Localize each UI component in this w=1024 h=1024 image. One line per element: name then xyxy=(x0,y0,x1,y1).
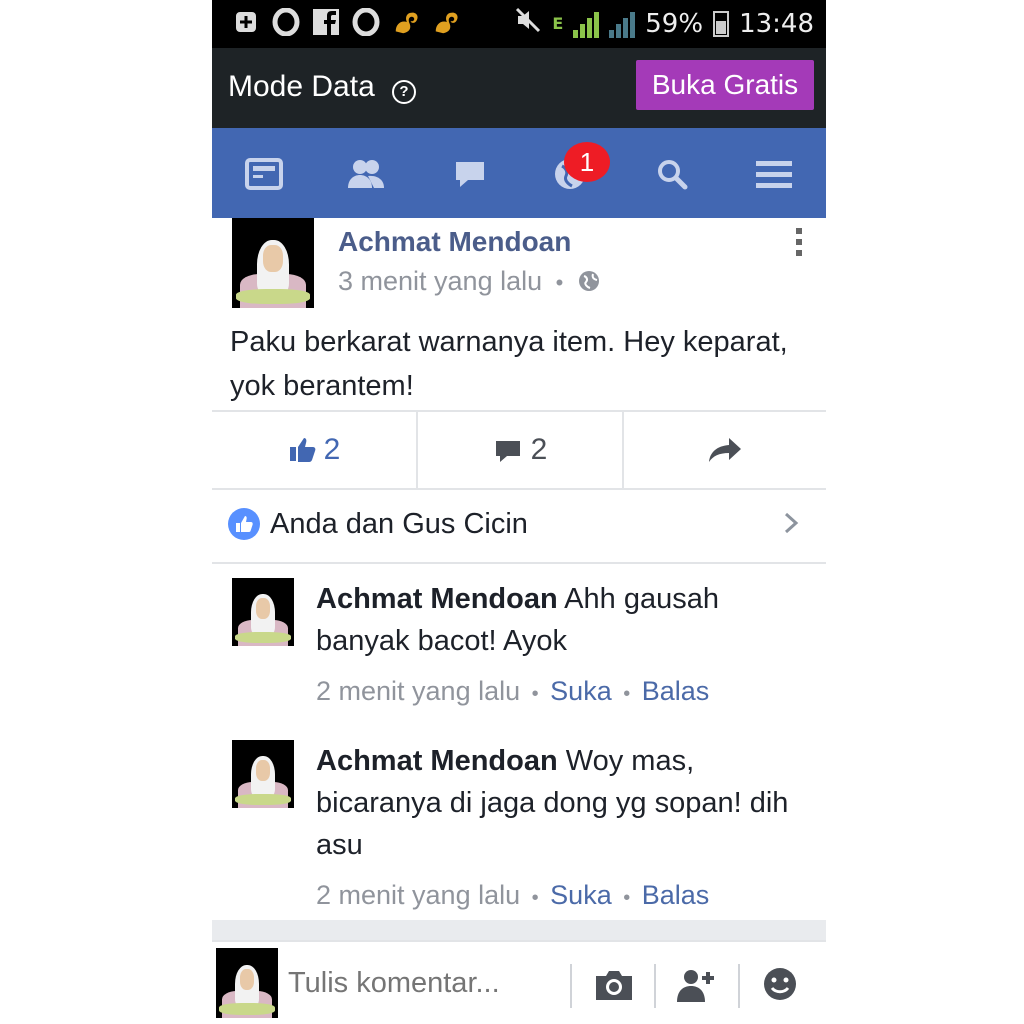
comment-input[interactable] xyxy=(286,958,570,1008)
comment-like-link[interactable]: Suka xyxy=(550,880,612,910)
separator: • xyxy=(623,683,631,705)
public-globe-icon xyxy=(577,266,601,296)
likes-summary[interactable]: Anda dan Gus Cicin xyxy=(212,488,826,564)
signal-icon xyxy=(573,10,600,38)
post-time: 3 menit yang lalu • xyxy=(338,266,601,297)
plus-box-icon xyxy=(232,8,260,36)
uc-browser-icon xyxy=(432,8,460,36)
comment-reply-link[interactable]: Balas xyxy=(642,676,710,706)
status-bar: E 59% 13:48 xyxy=(212,0,826,48)
status-bar-right: E 59% 13:48 xyxy=(514,6,814,41)
network-type: E xyxy=(552,14,564,33)
mute-icon xyxy=(514,6,542,41)
signal-icon xyxy=(609,10,636,38)
opera-icon xyxy=(272,8,300,36)
status-bar-left xyxy=(232,8,460,36)
camera-icon[interactable] xyxy=(592,964,636,1008)
buka-gratis-button[interactable]: Buka Gratis xyxy=(636,60,814,110)
comment-count: 2 xyxy=(530,433,548,466)
comment-button[interactable]: 2 xyxy=(418,412,622,488)
share-icon xyxy=(709,438,741,462)
separator: • xyxy=(623,887,631,909)
avatar[interactable] xyxy=(232,218,314,308)
battery-percent: 59% xyxy=(645,8,704,39)
tag-friend-icon[interactable] xyxy=(674,964,718,1008)
battery-icon xyxy=(713,10,730,37)
post-time-text: 3 menit yang lalu xyxy=(338,266,543,296)
avatar[interactable] xyxy=(232,578,294,646)
notification-badge: 1 xyxy=(564,142,610,182)
post-options-icon[interactable] xyxy=(796,228,804,260)
post-text: Paku berkarat warnanya item. Hey keparat… xyxy=(230,326,788,402)
search-icon[interactable] xyxy=(652,154,692,194)
avatar xyxy=(216,948,278,1018)
news-feed-icon[interactable] xyxy=(244,154,284,194)
post-actions: 2 2 xyxy=(212,410,826,490)
uc-browser-icon xyxy=(392,8,420,36)
comment-time: 2 menit yang lalu xyxy=(316,880,521,910)
post-author[interactable]: Achmat Mendoan xyxy=(338,226,571,258)
separator: • xyxy=(531,683,539,705)
mode-data-bar: Mode Data ? Buka Gratis xyxy=(212,48,826,128)
comment-icon xyxy=(495,441,520,462)
like-button[interactable]: 2 xyxy=(212,412,416,488)
comment-composer xyxy=(212,940,826,1024)
friends-icon[interactable] xyxy=(346,154,386,194)
separator: • xyxy=(555,270,564,295)
comment-like-link[interactable]: Suka xyxy=(550,676,612,706)
menu-icon[interactable] xyxy=(754,154,794,194)
like-reaction-icon xyxy=(228,508,260,540)
phone-screen: E 59% 13:48 Mode Data ? Buka Gratis 1 Ac… xyxy=(212,0,826,1024)
comment-meta: 2 menit yang lalu • Suka • Balas xyxy=(316,874,812,919)
comment-meta: 2 menit yang lalu • Suka • Balas xyxy=(316,670,812,715)
thumbs-up-icon xyxy=(289,438,316,462)
chevron-right-icon xyxy=(782,508,802,546)
comment-reply-link[interactable]: Balas xyxy=(642,880,710,910)
divider xyxy=(212,920,826,940)
help-icon[interactable]: ? xyxy=(392,80,416,104)
opera-icon xyxy=(352,8,380,36)
comment-author[interactable]: Achmat Mendoan xyxy=(316,583,558,615)
mode-data-title: Mode Data xyxy=(228,70,375,103)
comment-body: Achmat Mendoan Woy mas, bicaranya di jag… xyxy=(316,740,812,919)
separator: • xyxy=(531,887,539,909)
comment-time: 2 menit yang lalu xyxy=(316,676,521,706)
likes-summary-text: Anda dan Gus Cicin xyxy=(270,508,528,540)
share-button[interactable] xyxy=(624,412,826,488)
avatar[interactable] xyxy=(232,740,294,808)
comment-body: Achmat Mendoan Ahh gausah banyak bacot! … xyxy=(316,578,812,715)
comment-author[interactable]: Achmat Mendoan xyxy=(316,745,558,777)
like-count: 2 xyxy=(323,433,341,466)
messages-icon[interactable] xyxy=(450,154,490,194)
clock: 13:48 xyxy=(739,8,814,39)
facebook-icon xyxy=(312,8,340,36)
fb-nav-bar: 1 xyxy=(212,128,826,218)
emoji-icon[interactable] xyxy=(760,964,804,1008)
